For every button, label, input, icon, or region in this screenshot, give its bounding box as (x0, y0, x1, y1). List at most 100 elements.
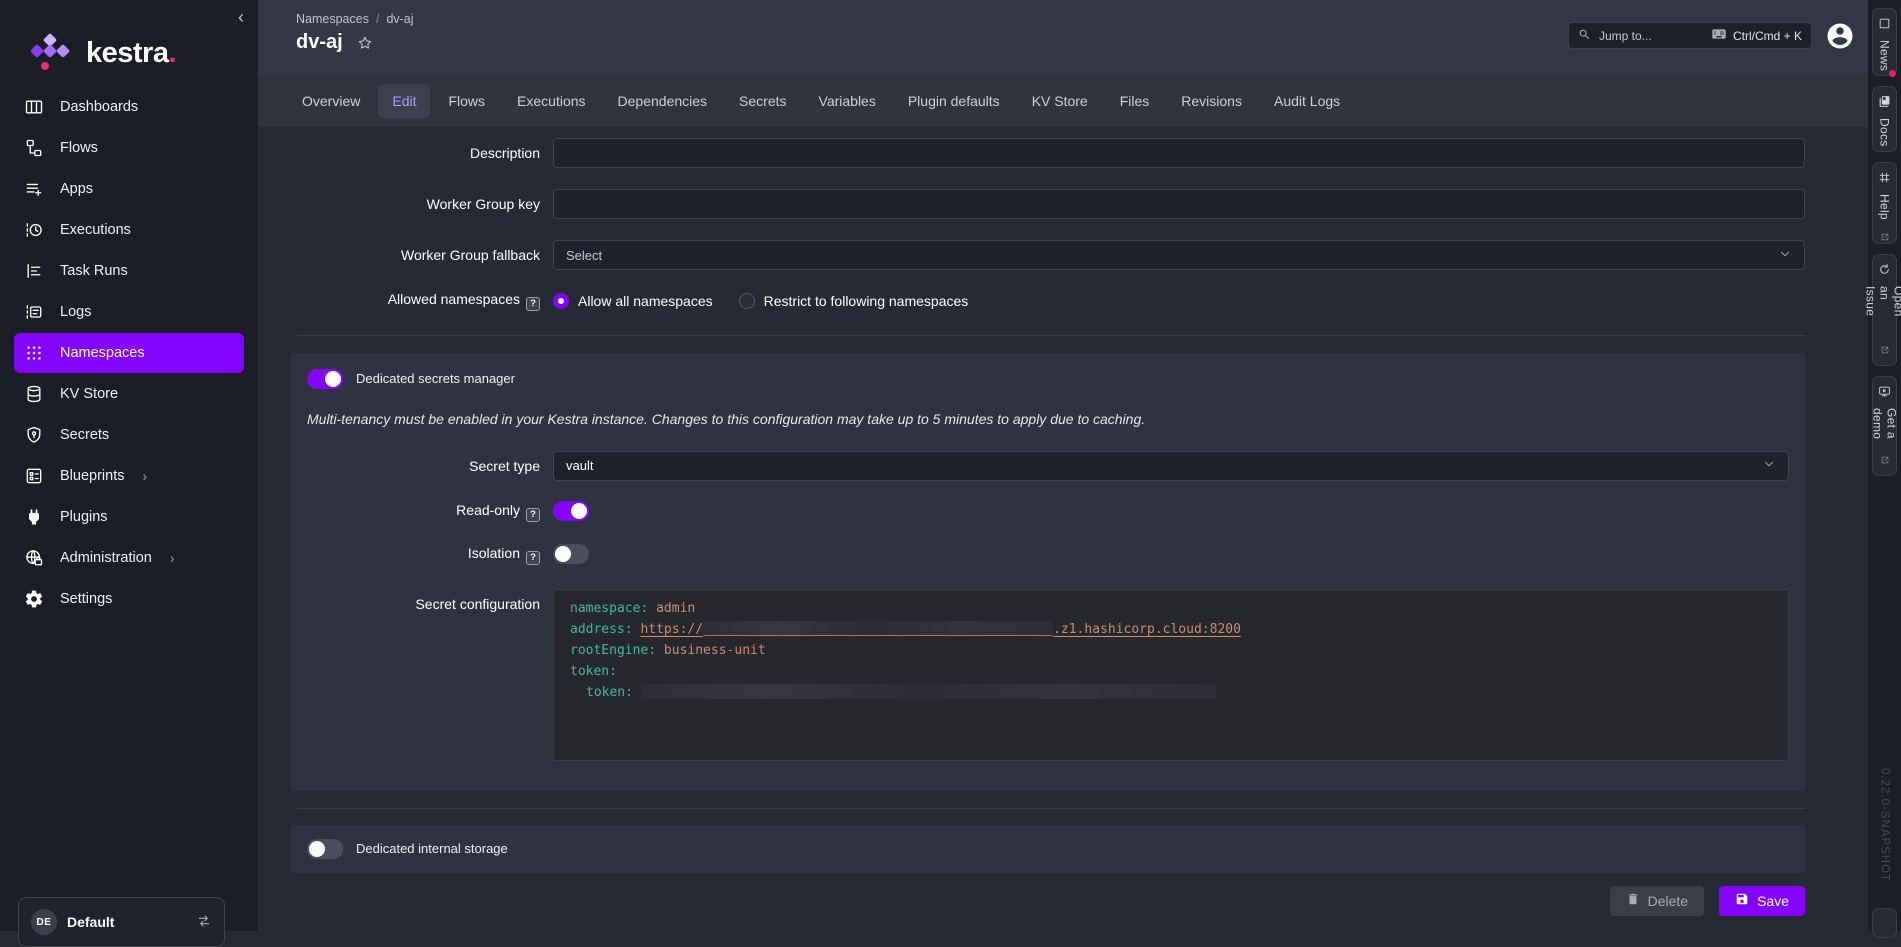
keyboard-icon (1711, 26, 1727, 45)
help-button[interactable]: Help (1872, 162, 1897, 244)
sidebar-item-apps[interactable]: Apps (14, 169, 244, 209)
dedicated-internal-storage-toggle[interactable] (307, 839, 343, 859)
help-icon[interactable]: ? (526, 551, 540, 565)
sidebar-item-settings[interactable]: Settings (14, 579, 244, 619)
chevron-down-icon (1762, 457, 1776, 474)
tenant-selector[interactable]: DE Default (18, 897, 225, 947)
dedicated-secrets-manager-card: Dedicated secrets manager Multi-tenancy … (291, 353, 1805, 791)
sidebar-item-namespaces[interactable]: Namespaces (14, 333, 244, 373)
isolation-label: Isolation? (307, 545, 540, 565)
switch-tenant-icon[interactable] (196, 913, 212, 932)
dedicated-secrets-manager-toggle[interactable] (307, 369, 343, 389)
dedicated-secrets-manager-label: Dedicated secrets manager (356, 371, 515, 386)
radio-unselected-icon[interactable] (739, 293, 755, 309)
sidebar-item-administration[interactable]: Administration › (14, 538, 244, 578)
issue-restart-icon (1878, 263, 1891, 279)
tab-overview[interactable]: Overview (288, 84, 374, 118)
sidebar-item-dashboards[interactable]: Dashboards (14, 87, 244, 127)
sidebar-item-executions[interactable]: Executions (14, 210, 244, 250)
breadcrumb-current[interactable]: dv-aj (386, 12, 413, 26)
sidebar-item-plugins[interactable]: Plugins (14, 497, 244, 537)
docs-book-icon (1878, 95, 1891, 111)
secret-configuration-editor[interactable]: namespace: admin address: https://.z1.ha… (553, 589, 1789, 761)
radio-allow-all-namespaces[interactable]: Allow all namespaces (553, 293, 713, 309)
secret-configuration-label: Secret configuration (307, 589, 540, 612)
kestra-logo[interactable]: kestra. (0, 0, 258, 76)
tab-plugin-defaults[interactable]: Plugin defaults (894, 84, 1014, 118)
jump-to-search[interactable]: Jump to... Ctrl/Cmd + K (1568, 22, 1812, 49)
tab-audit-logs[interactable]: Audit Logs (1260, 84, 1354, 118)
secrets-shield-icon (24, 425, 44, 445)
sidebar-collapse-icon[interactable]: ‹ (238, 8, 244, 26)
tab-revisions[interactable]: Revisions (1167, 84, 1256, 118)
tenant-name: Default (67, 914, 186, 930)
sidebar-item-task-runs[interactable]: Task Runs (14, 251, 244, 291)
chevron-down-icon (1778, 247, 1792, 264)
edit-form: Description Worker Group key Worker Grou… (258, 127, 1868, 931)
tab-secrets[interactable]: Secrets (725, 84, 800, 118)
section-divider (297, 808, 1805, 809)
dedicated-internal-storage-card: Dedicated internal storage (291, 825, 1805, 873)
user-avatar[interactable] (1825, 21, 1855, 54)
tab-executions[interactable]: Executions (503, 84, 599, 118)
redacted-secret (641, 684, 1216, 699)
get-a-demo-button[interactable]: Get a demo (1872, 376, 1897, 476)
external-link-icon (1880, 452, 1890, 468)
tab-kv-store[interactable]: KV Store (1018, 84, 1102, 118)
slack-icon (1878, 171, 1891, 187)
external-link-icon (1880, 342, 1890, 358)
plugins-icon (24, 507, 44, 527)
multi-tenancy-note: Multi-tenancy must be enabled in your Ke… (307, 411, 1789, 427)
news-button[interactable]: News (1872, 8, 1897, 76)
allowed-namespaces-label: Allowed namespaces? (258, 291, 540, 311)
secret-type-select[interactable]: vault (553, 451, 1789, 481)
tab-files[interactable]: Files (1106, 84, 1164, 118)
isolation-toggle[interactable] (553, 544, 589, 564)
external-link-icon (1880, 229, 1890, 245)
favorite-star-icon[interactable] (357, 35, 373, 51)
tab-dependencies[interactable]: Dependencies (604, 84, 722, 118)
read-only-toggle[interactable] (553, 501, 589, 521)
description-label: Description (258, 145, 540, 161)
tab-variables[interactable]: Variables (805, 84, 890, 118)
worker-group-key-input[interactable] (553, 189, 1805, 219)
sidebar-item-flows[interactable]: Flows (14, 128, 244, 168)
page-title: dv-aj (296, 31, 343, 54)
help-icon[interactable]: ? (526, 297, 540, 311)
sidebar-item-secrets[interactable]: Secrets (14, 415, 244, 455)
dedicated-internal-storage-label: Dedicated internal storage (356, 841, 508, 856)
blueprints-icon (24, 466, 44, 486)
sidebar-item-logs[interactable]: Logs (14, 292, 244, 332)
tab-edit[interactable]: Edit (378, 84, 430, 118)
rail-more-button[interactable] (1872, 908, 1897, 938)
radio-selected-icon[interactable] (553, 293, 569, 309)
chevron-right-icon: › (170, 550, 175, 566)
breadcrumb-namespaces[interactable]: Namespaces (296, 12, 369, 26)
administration-globe-icon (24, 548, 44, 568)
docs-button[interactable]: Docs (1872, 86, 1897, 152)
read-only-label: Read-only? (307, 502, 540, 522)
sidebar-item-blueprints[interactable]: Blueprints › (14, 456, 244, 496)
sidebar-menu: Dashboards Flows Apps Executions Task Ru… (0, 87, 258, 619)
save-floppy-icon (1735, 892, 1749, 909)
kestra-wordmark: kestra. (86, 37, 176, 70)
task-runs-icon (24, 261, 44, 281)
settings-gear-icon (24, 589, 44, 609)
code-line: namespace: admin (570, 598, 1772, 619)
help-icon[interactable]: ? (526, 508, 540, 522)
sidebar-item-kv-store[interactable]: KV Store (14, 374, 244, 414)
open-an-issue-button[interactable]: Open an Issue (1872, 254, 1897, 366)
code-line: address: https://.z1.hashicorp.cloud:820… (570, 619, 1772, 640)
demo-screen-icon (1878, 385, 1891, 401)
tenant-initials-badge: DE (31, 909, 57, 935)
description-input[interactable] (553, 138, 1805, 168)
radio-restrict-namespaces[interactable]: Restrict to following namespaces (739, 293, 969, 309)
kestra-logo-icon (28, 34, 74, 72)
tab-flows[interactable]: Flows (434, 84, 499, 118)
save-button[interactable]: Save (1719, 886, 1805, 916)
code-line: token: (570, 661, 1772, 682)
executions-icon (24, 220, 44, 240)
worker-group-fallback-select[interactable]: Select (553, 240, 1805, 270)
delete-button[interactable]: Delete (1610, 886, 1704, 916)
right-rail: News Docs Help Open an Issue Get a demo … (1868, 0, 1901, 931)
